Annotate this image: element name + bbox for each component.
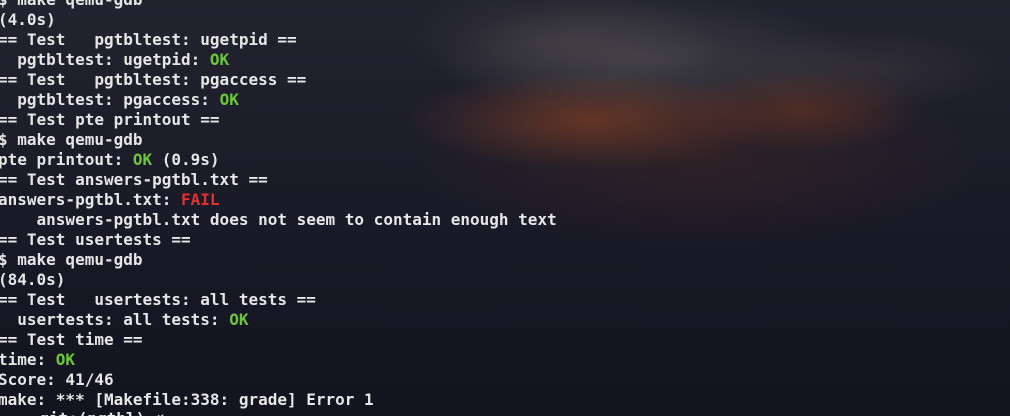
terminal-line-test-result: answers-pgtbl.txt: FAIL <box>0 190 557 210</box>
line-text: == Test pgtbltest: pgaccess == <box>0 70 307 89</box>
line-text: answers-pgtbl.txt does not seem to conta… <box>0 210 557 229</box>
terminal-line-test-result: usertests: all tests: OK <box>0 310 557 330</box>
terminal-line-test-header: == Test time == <box>0 330 557 350</box>
terminal-line-failure-detail: answers-pgtbl.txt does not seem to conta… <box>0 210 557 230</box>
terminal-line-test-result: pgtbltest: pgaccess: OK <box>0 90 557 110</box>
terminal-prompt-cut-off: ~ git:(pgtbl) ✗ <box>20 409 270 416</box>
line-text: $ make qemu-gdb <box>0 250 143 269</box>
terminal-line-error: make: *** [Makefile:338: grade] Error 1 <box>0 390 557 410</box>
line-text: == Test usertests == <box>0 230 191 249</box>
terminal-line-test-header: == Test usertests == <box>0 230 557 250</box>
status-ok: OK <box>209 50 230 69</box>
line-text: answers-pgtbl.txt: <box>0 190 182 209</box>
status-fail: FAIL <box>181 190 220 209</box>
line-suffix: (0.9s) <box>152 150 220 169</box>
terminal-line-test-header: == Test pte printout == <box>0 110 557 130</box>
terminal-line-test-result: time: OK <box>0 350 557 370</box>
line-text: make: *** [Makefile:338: grade] Error 1 <box>0 390 374 409</box>
line-text: time: <box>0 350 56 369</box>
terminal-line-command: $ make qemu-gdb <box>0 130 557 150</box>
line-text: $ make qemu-gdb <box>0 130 143 149</box>
terminal-line-test-header: == Test answers-pgtbl.txt == <box>0 170 557 190</box>
line-text: pte printout: <box>0 150 133 169</box>
status-ok: OK <box>132 150 153 169</box>
terminal-line-command: $ make qemu-gdb <box>0 0 557 10</box>
line-text: pgtbltest: pgaccess: <box>0 90 220 109</box>
terminal-output: $ make qemu-gdb (4.0s) == Test pgtbltest… <box>0 0 557 410</box>
terminal-line-test-result: pgtbltest: ugetpid: OK <box>0 50 557 70</box>
terminal-line-test-result: pte printout: OK (0.9s) <box>0 150 557 170</box>
line-text: == Test pgtbltest: ugetpid == <box>0 30 297 49</box>
terminal-line-command: $ make qemu-gdb <box>0 250 557 270</box>
terminal-line-score: Score: 41/46 <box>0 370 557 390</box>
status-ok: OK <box>55 350 76 369</box>
line-text: $ make qemu-gdb <box>0 0 143 9</box>
terminal-line-test-header: == Test pgtbltest: pgaccess == <box>0 70 557 90</box>
line-text: == Test usertests: all tests == <box>0 290 316 309</box>
line-text: == Test time == <box>0 330 143 349</box>
terminal-line-duration: (84.0s) <box>0 270 557 290</box>
line-text: usertests: all tests: <box>0 310 230 329</box>
line-text: (84.0s) <box>0 270 66 289</box>
status-ok: OK <box>229 310 249 329</box>
line-text: pgtbltest: ugetpid: <box>0 50 210 69</box>
terminal-line-duration: (4.0s) <box>0 10 557 30</box>
line-text: Score: 41/46 <box>0 370 114 389</box>
line-text: (4.0s) <box>0 10 56 29</box>
terminal-line-test-header: == Test pgtbltest: ugetpid == <box>0 30 557 50</box>
status-ok: OK <box>219 90 239 109</box>
terminal-window[interactable]: $ make qemu-gdb (4.0s) == Test pgtbltest… <box>0 0 1010 416</box>
line-text: == Test answers-pgtbl.txt == <box>0 170 268 189</box>
line-text: == Test pte printout == <box>0 110 220 129</box>
terminal-line-test-header: == Test usertests: all tests == <box>0 290 557 310</box>
